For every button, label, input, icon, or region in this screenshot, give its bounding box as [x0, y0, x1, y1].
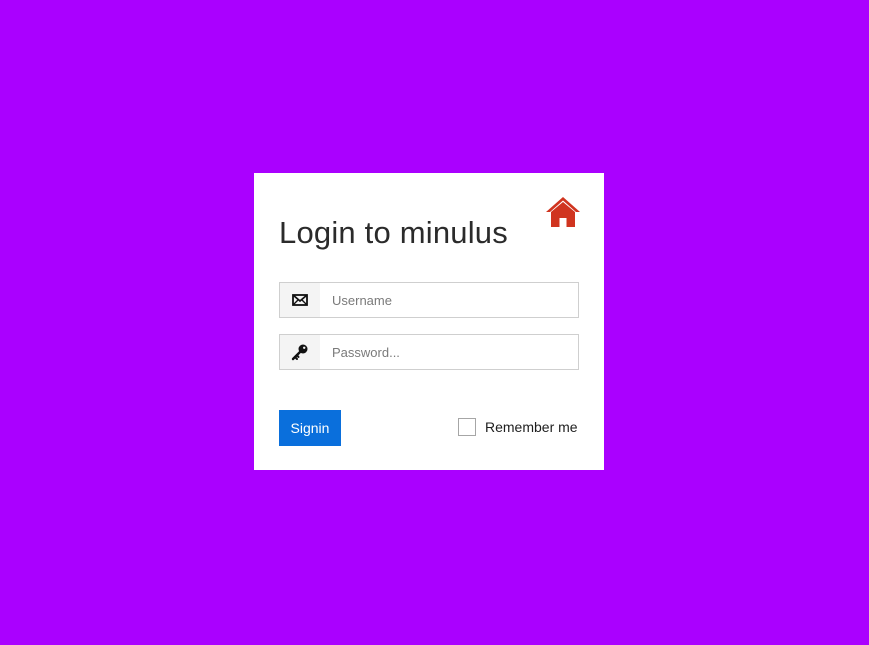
password-input[interactable] [320, 335, 578, 369]
remember-label: Remember me [485, 419, 578, 435]
home-icon[interactable] [545, 196, 581, 228]
envelope-icon [280, 283, 320, 317]
remember-checkbox[interactable] [458, 418, 476, 436]
password-field [279, 334, 579, 370]
username-input[interactable] [320, 283, 578, 317]
key-icon [280, 335, 320, 369]
page-title: Login to minulus [279, 215, 508, 250]
username-field [279, 282, 579, 318]
signin-button[interactable]: Signin [279, 410, 341, 446]
login-card: Login to minulus Signin Remember me [254, 173, 604, 470]
remember-me[interactable]: Remember me [458, 418, 578, 436]
